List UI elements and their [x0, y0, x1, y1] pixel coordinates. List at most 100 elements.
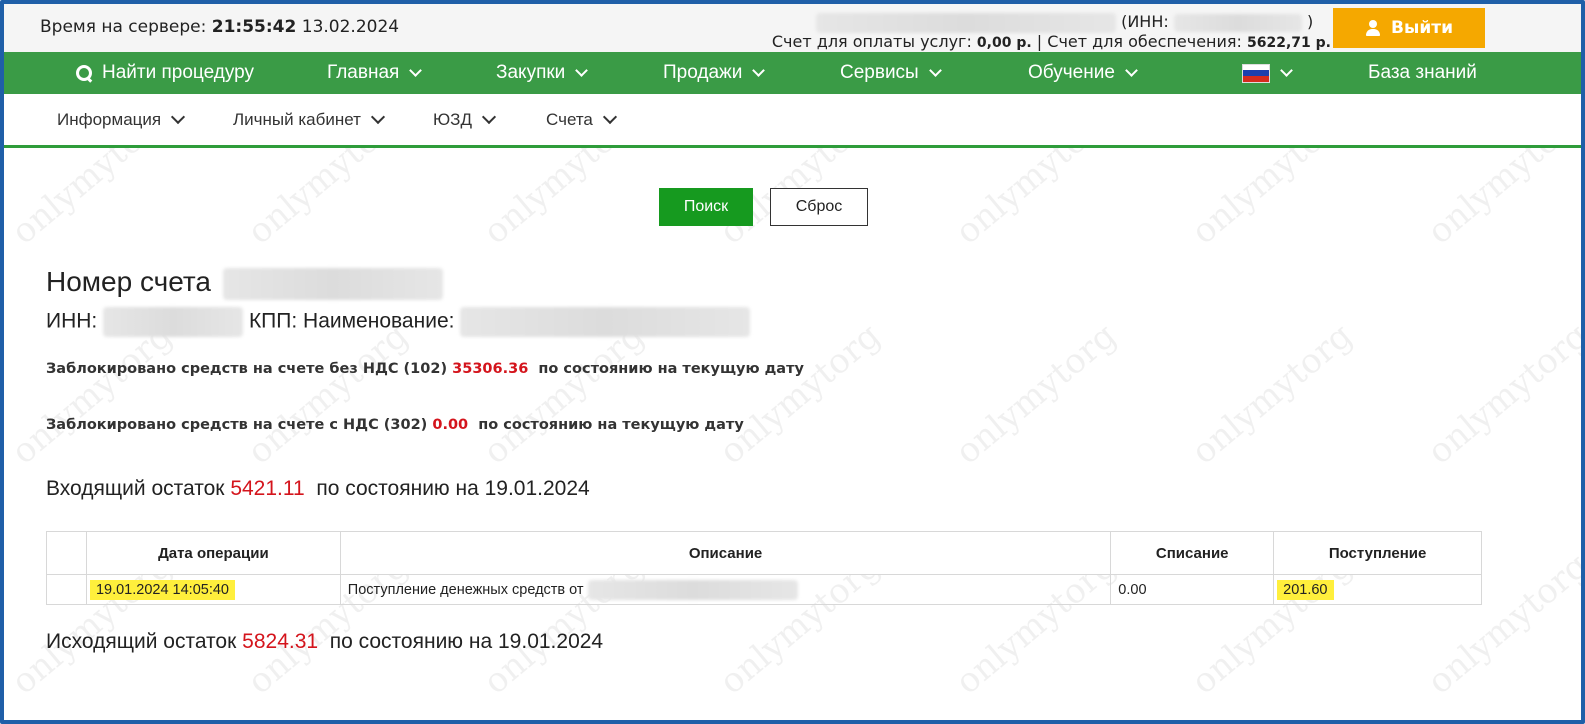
accounts-summary: Счет для оплаты услуг: 0,00 р. | Счет дл… — [772, 32, 1331, 51]
main-navigation: Найти процедуру Главная Закупки Продажи … — [4, 52, 1581, 94]
table-cell-description: Поступление денежных средств от — [339, 574, 1112, 605]
services-account-value: 0,00 р. — [976, 35, 1032, 51]
nav-item-label: Обучение — [1028, 62, 1115, 83]
closing-balance-line: Исходящий остаток 5824.31 по состоянию н… — [46, 630, 603, 654]
reset-button[interactable]: Сброс — [770, 188, 868, 226]
chevron-down-icon — [575, 63, 589, 77]
server-time-value: 21:55:42 — [211, 17, 297, 37]
chevron-down-icon — [1125, 63, 1138, 77]
russia-flag-icon — [1242, 63, 1270, 83]
chevron-down-icon — [602, 109, 617, 125]
nav-item-services[interactable]: Сервисы — [840, 52, 942, 94]
subnav-item-label: Информация — [57, 110, 162, 129]
nav-item-main[interactable]: Главная — [327, 52, 423, 94]
closing-balance-value: 5824.31 — [242, 630, 319, 653]
opening-balance-line: Входящий остаток 5421.11 по состоянию на… — [46, 477, 590, 501]
search-icon — [76, 65, 92, 81]
logout-label: Выйти — [1390, 18, 1453, 38]
server-date-value: 13.02.2024 — [301, 17, 400, 37]
organization-line: (ИНН: ) — [816, 12, 1313, 33]
watermark-text: onlymytorg — [712, 315, 888, 473]
watermark-text: onlymytorg — [476, 315, 652, 473]
redacted-name — [460, 307, 751, 337]
services-account-label: Счет для оплаты услуг: — [771, 32, 972, 51]
nav-find-procedure[interactable]: Найти процедуру — [76, 52, 254, 94]
table-row[interactable]: 19.01.2024 14:05:40 Поступление денежных… — [46, 574, 1482, 605]
table-cell-credit: 201.60 — [1273, 574, 1482, 605]
column-header-description: Описание — [339, 531, 1112, 575]
table-cell-date: 19.01.2024 14:05:40 — [85, 574, 341, 605]
blocked-no-vat-label: Заблокировано средств на счете без НДС (… — [46, 361, 448, 377]
subnav-item-label: Счета — [546, 110, 593, 129]
account-title: Номер счета — [46, 266, 443, 300]
logout-button[interactable]: Выйти — [1333, 8, 1485, 48]
security-account-label: Счет для обеспечения: — [1047, 32, 1242, 51]
table-header-row: Дата операции Описание Списание Поступле… — [46, 531, 1482, 575]
opening-balance-as-of: по состоянию на 19.01.2024 — [316, 477, 590, 500]
opening-balance-value: 5421.11 — [230, 477, 305, 500]
server-time: Время на сервере: 21:55:42 13.02.2024 — [40, 17, 399, 37]
flag-stripe-red — [1243, 75, 1269, 82]
language-selector[interactable] — [1242, 52, 1293, 94]
operations-table: Дата операции Описание Списание Поступле… — [46, 531, 1482, 605]
nav-item-label: Закупки — [496, 62, 566, 83]
watermark-text: onlymytorg — [240, 315, 416, 473]
subnav-item-yuzd[interactable]: ЮЗД — [433, 109, 497, 130]
subnav-item-information[interactable]: Информация — [57, 109, 186, 130]
security-account-value: 5622,71 р. — [1247, 35, 1331, 51]
table-cell-blank — [46, 574, 87, 605]
column-header-date: Дата операции — [85, 531, 341, 575]
nav-find-procedure-label: Найти процедуру — [102, 62, 254, 83]
nav-item-training[interactable]: Обучение — [1028, 52, 1138, 94]
subnav-item-label: Личный кабинет — [233, 110, 361, 129]
redacted-account-number — [222, 267, 443, 300]
nav-item-purchases[interactable]: Закупки — [496, 52, 589, 94]
chevron-down-icon — [409, 63, 423, 77]
column-header-blank — [46, 531, 87, 575]
chevron-down-icon — [928, 63, 942, 77]
subnav-item-cabinet[interactable]: Личный кабинет — [233, 109, 385, 130]
nav-item-label: Сервисы — [840, 62, 919, 83]
opening-balance-label: Входящий остаток — [46, 477, 225, 500]
watermark-text: onlymytorg — [4, 315, 180, 473]
blocked-no-vat-value: 35306.36 — [452, 361, 529, 377]
inn-label: ИНН: — [46, 309, 98, 333]
watermark-text: onlymytorg — [948, 315, 1124, 473]
kpp-name-label: КПП: Наименование: — [248, 309, 455, 333]
nav-knowledge-base[interactable]: База знаний — [1368, 52, 1477, 94]
closing-balance-as-of: по состоянию на 19.01.2024 — [329, 630, 604, 653]
inn-prefix: (ИНН: — [1121, 12, 1169, 31]
server-time-label: Время на сервере: — [40, 17, 207, 37]
redacted-payer — [587, 579, 798, 600]
blocked-no-vat-as-of: по состоянию на текущую дату — [538, 361, 804, 377]
inn-suffix: ) — [1306, 12, 1314, 31]
nav-knowledge-base-label: База знаний — [1368, 62, 1477, 83]
nav-item-sales[interactable]: Продажи — [663, 52, 766, 94]
subnav-item-accounts[interactable]: Счета — [546, 109, 617, 130]
top-info-bar: Время на сервере: 21:55:42 13.02.2024 (И… — [4, 4, 1581, 56]
blocked-vat-as-of: по состоянию на текущую дату — [478, 417, 744, 433]
nav-item-label: Главная — [327, 62, 400, 83]
chevron-down-icon — [752, 63, 766, 77]
account-inn-line: ИНН: КПП: Наименование: — [46, 307, 751, 337]
blocked-vat-label: Заблокировано средств на счете с НДС (30… — [46, 417, 428, 433]
subnav-item-label: ЮЗД — [433, 110, 472, 129]
column-header-credit: Поступление — [1273, 531, 1482, 575]
watermark-text: onlymytorg — [1420, 315, 1585, 473]
watermark-text: onlymytorg — [1184, 315, 1360, 473]
chevron-down-icon — [171, 109, 186, 125]
column-header-debit: Списание — [1110, 531, 1275, 575]
redacted-inn — [1173, 13, 1302, 32]
account-title-label: Номер счета — [46, 266, 211, 297]
accounts-separator: | — [1036, 32, 1043, 51]
operation-date: 19.01.2024 14:05:40 — [89, 579, 235, 600]
blocked-no-vat-line: Заблокировано средств на счете без НДС (… — [46, 361, 804, 377]
user-icon — [1365, 20, 1381, 36]
search-button[interactable]: Поиск — [659, 188, 753, 226]
app-window: onlymytorg onlymytorg onlymytorg onlymytorg… — [0, 0, 1585, 724]
operation-debit: 0.00 — [1110, 574, 1275, 605]
blocked-vat-value: 0.00 — [432, 417, 469, 433]
chevron-down-icon — [481, 109, 497, 125]
operation-credit: 201.60 — [1277, 579, 1334, 600]
sub-navigation: Информация Личный кабинет ЮЗД Счета — [4, 94, 1581, 148]
